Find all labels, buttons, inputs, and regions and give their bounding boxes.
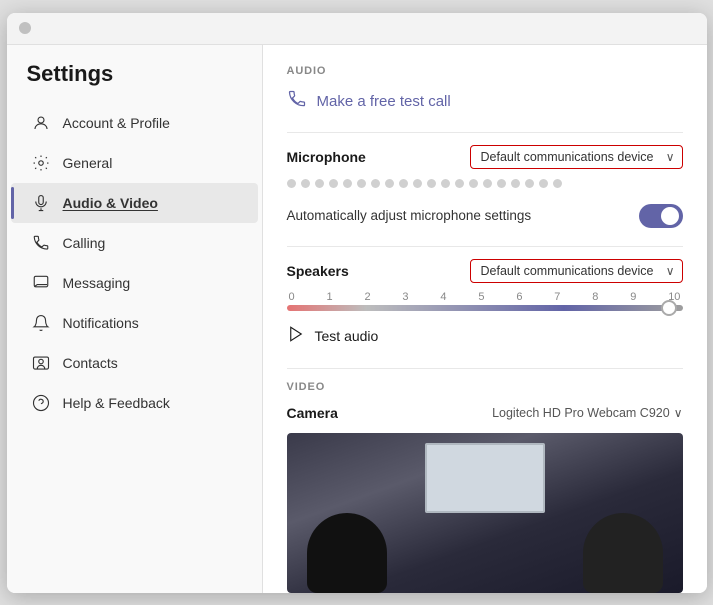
vol-1: 1 xyxy=(326,291,332,303)
volume-thumb[interactable] xyxy=(661,300,677,316)
vol-6: 6 xyxy=(516,291,522,303)
toggle-knob xyxy=(661,207,679,225)
test-call-row[interactable]: Make a free test call xyxy=(287,89,683,114)
divider-2 xyxy=(287,246,683,247)
sidebar-item-account[interactable]: Account & Profile xyxy=(11,103,258,143)
volume-slider-wrapper: 0 1 2 3 4 5 6 7 8 9 10 xyxy=(287,291,683,311)
help-icon xyxy=(31,393,51,413)
test-audio-row[interactable]: Test audio xyxy=(287,325,683,348)
sidebar-label-help: Help & Feedback xyxy=(63,395,170,411)
sidebar: Settings Account & Profile General xyxy=(7,45,263,593)
mic-dot-19 xyxy=(539,179,548,188)
mic-dot-14 xyxy=(469,179,478,188)
vol-7: 7 xyxy=(554,291,560,303)
preview-chair-right xyxy=(583,513,663,593)
vol-9: 9 xyxy=(630,291,636,303)
mic-dot-4 xyxy=(329,179,338,188)
person-icon xyxy=(31,113,51,133)
sidebar-item-help[interactable]: Help & Feedback xyxy=(11,383,258,423)
vol-3: 3 xyxy=(402,291,408,303)
sidebar-label-audio-video: Audio & Video xyxy=(63,195,158,211)
sidebar-label-messaging: Messaging xyxy=(63,275,131,291)
mic-dot-7 xyxy=(371,179,380,188)
microphone-icon xyxy=(31,193,51,213)
sidebar-item-calling[interactable]: Calling xyxy=(11,223,258,263)
mic-dot-18 xyxy=(525,179,534,188)
audio-section-label: AUDIO xyxy=(287,65,683,77)
mic-dot-12 xyxy=(441,179,450,188)
main-panel: AUDIO Make a free test call Microphone D… xyxy=(263,45,707,593)
speakers-dropdown[interactable]: Default communications device xyxy=(470,259,683,283)
sidebar-title: Settings xyxy=(7,61,262,103)
chat-icon xyxy=(31,273,51,293)
mic-dot-9 xyxy=(399,179,408,188)
mic-dot-13 xyxy=(455,179,464,188)
play-icon xyxy=(287,325,305,348)
sidebar-label-contacts: Contacts xyxy=(63,355,118,371)
mic-dot-8 xyxy=(385,179,394,188)
sidebar-label-notifications: Notifications xyxy=(63,315,139,331)
divider-1 xyxy=(287,132,683,133)
divider-3 xyxy=(287,368,683,369)
mic-level-indicator xyxy=(287,177,683,190)
auto-adjust-label: Automatically adjust microphone settings xyxy=(287,208,532,223)
phone-icon xyxy=(31,233,51,253)
vol-4: 4 xyxy=(440,291,446,303)
speakers-label: Speakers xyxy=(287,263,349,279)
camera-device-label: Logitech HD Pro Webcam C920 xyxy=(492,406,670,420)
test-audio-label: Test audio xyxy=(315,328,379,344)
vol-5: 5 xyxy=(478,291,484,303)
speakers-row: Speakers Default communications device xyxy=(287,259,683,283)
microphone-row: Microphone Default communications device xyxy=(287,145,683,169)
microphone-dropdown-wrapper: Default communications device xyxy=(470,145,683,169)
test-call-label: Make a free test call xyxy=(317,93,451,110)
test-call-phone-icon xyxy=(287,89,307,114)
sidebar-item-notifications[interactable]: Notifications xyxy=(11,303,258,343)
sidebar-label-calling: Calling xyxy=(63,235,106,251)
sidebar-label-general: General xyxy=(63,155,113,171)
mic-dot-15 xyxy=(483,179,492,188)
mic-dot-3 xyxy=(315,179,324,188)
sidebar-label-account: Account & Profile xyxy=(63,115,170,131)
volume-track[interactable] xyxy=(287,305,683,311)
mic-dot-16 xyxy=(497,179,506,188)
vol-2: 2 xyxy=(364,291,370,303)
camera-dropdown[interactable]: Logitech HD Pro Webcam C920 ∨ xyxy=(492,406,682,420)
mic-dot-20 xyxy=(553,179,562,188)
preview-chair-left xyxy=(307,513,387,593)
settings-window: Settings Account & Profile General xyxy=(7,13,707,593)
gear-icon xyxy=(31,153,51,173)
speakers-dropdown-wrapper: Default communications device xyxy=(470,259,683,283)
camera-chevron-icon: ∨ xyxy=(674,406,683,420)
title-bar xyxy=(7,13,707,45)
mic-dot-10 xyxy=(413,179,422,188)
close-button[interactable] xyxy=(19,22,31,34)
sidebar-item-general[interactable]: General xyxy=(11,143,258,183)
content-area: Settings Account & Profile General xyxy=(7,45,707,593)
vol-0: 0 xyxy=(289,291,295,303)
volume-labels: 0 1 2 3 4 5 6 7 8 9 10 xyxy=(287,291,683,303)
vol-8: 8 xyxy=(592,291,598,303)
microphone-label: Microphone xyxy=(287,149,366,165)
preview-whiteboard xyxy=(425,443,545,513)
video-section-label: VIDEO xyxy=(287,381,683,393)
mic-dot-5 xyxy=(343,179,352,188)
sidebar-item-messaging[interactable]: Messaging xyxy=(11,263,258,303)
camera-preview xyxy=(287,433,683,593)
mic-dot-1 xyxy=(287,179,296,188)
mic-dot-6 xyxy=(357,179,366,188)
sidebar-item-contacts[interactable]: Contacts xyxy=(11,343,258,383)
contacts-icon xyxy=(31,353,51,373)
bell-icon xyxy=(31,313,51,333)
auto-adjust-toggle[interactable] xyxy=(639,204,683,228)
mic-dot-2 xyxy=(301,179,310,188)
auto-adjust-row: Automatically adjust microphone settings xyxy=(287,204,683,228)
sidebar-item-audio-video[interactable]: Audio & Video xyxy=(11,183,258,223)
microphone-dropdown[interactable]: Default communications device xyxy=(470,145,683,169)
camera-row: Camera Logitech HD Pro Webcam C920 ∨ xyxy=(287,405,683,421)
camera-label: Camera xyxy=(287,405,338,421)
mic-dot-11 xyxy=(427,179,436,188)
mic-dot-17 xyxy=(511,179,520,188)
